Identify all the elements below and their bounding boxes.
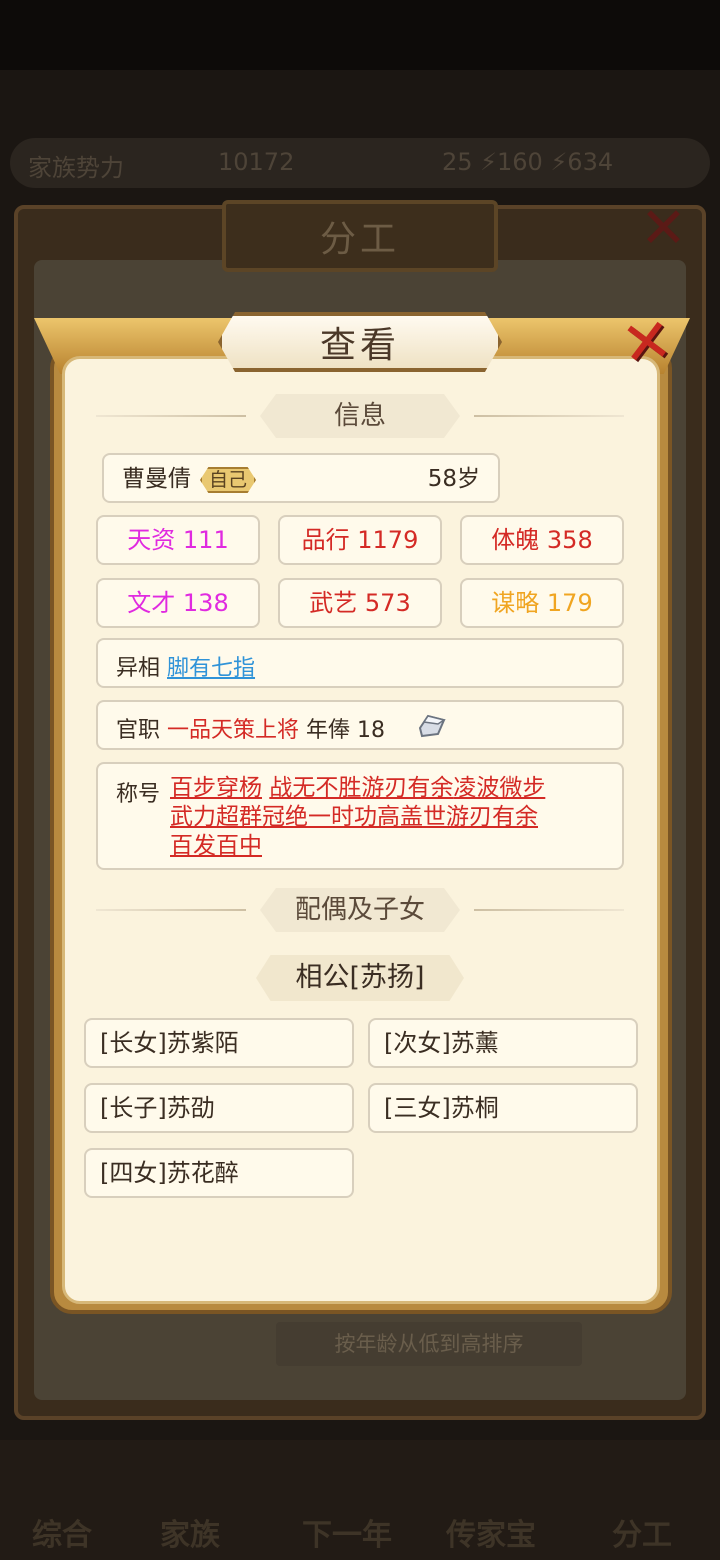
nav-overview: 综合 bbox=[32, 1518, 92, 1553]
title-item[interactable]: 战无不胜 bbox=[269, 775, 361, 801]
titles-label: 称号 bbox=[116, 782, 161, 807]
person-name-card: 曹曼倩 自己 58岁 bbox=[102, 453, 500, 503]
nav-family: 家族 bbox=[160, 1518, 220, 1553]
spouse-label[interactable]: 相公[苏扬] bbox=[256, 955, 464, 1001]
person-name: 曹曼倩 bbox=[122, 466, 191, 492]
title-item[interactable]: 游刃有余 bbox=[361, 775, 453, 801]
self-badge: 自己 bbox=[200, 467, 256, 493]
title-item[interactable]: 百步穿杨 bbox=[170, 775, 262, 801]
section-title-family: 配偶及子女 bbox=[260, 888, 460, 932]
title-item[interactable]: 武力超群 bbox=[170, 804, 262, 830]
title-item[interactable]: 百发百中 bbox=[170, 833, 262, 859]
resource-stats: 25 ⚡160 ⚡634 bbox=[442, 148, 614, 176]
salary-label: 年俸 bbox=[306, 718, 351, 743]
title-item[interactable]: 功高盖世 bbox=[354, 804, 446, 830]
section-header-info: 信息 bbox=[96, 394, 624, 438]
close-icon[interactable]: ✕ bbox=[607, 301, 687, 384]
section-header-family: 配偶及子女 bbox=[96, 888, 624, 932]
stat-martial: 武艺 573 bbox=[278, 578, 442, 628]
family-power-label: 家族势力 bbox=[28, 154, 124, 182]
stat-conduct: 品行 1179 bbox=[278, 515, 442, 565]
title-item[interactable]: 冠绝一时 bbox=[262, 804, 354, 830]
trait-link[interactable]: 脚有七指 bbox=[167, 656, 255, 681]
child-button[interactable]: [长子]苏劭 bbox=[84, 1083, 354, 1133]
child-button[interactable]: [长女]苏紫陌 bbox=[84, 1018, 354, 1068]
status-bar-area bbox=[0, 0, 720, 70]
background-close-icon: ✕ bbox=[640, 196, 687, 261]
sort-button: 按年龄从低到高排序 bbox=[276, 1322, 582, 1366]
nav-heirloom: 传家宝 bbox=[446, 1518, 536, 1553]
modal-title: 查看 bbox=[218, 312, 502, 372]
family-power-value: 10172 bbox=[218, 148, 295, 176]
stat-strategy: 谋略 179 bbox=[460, 578, 624, 628]
nav-assignment: 分工 bbox=[612, 1518, 672, 1553]
titles-row: 称号 百步穿杨 战无不胜游刃有余凌波微步 武力超群冠绝一时功高盖世游刃有余 百发… bbox=[96, 762, 624, 870]
trait-row: 异相 脚有七指 bbox=[96, 638, 624, 688]
title-item[interactable]: 凌波微步 bbox=[453, 775, 545, 801]
background-panel-title: 分工 bbox=[319, 219, 400, 260]
child-button[interactable]: [三女]苏桐 bbox=[368, 1083, 638, 1133]
stat-literary: 文才 138 bbox=[96, 578, 260, 628]
stat-physique: 体魄 358 bbox=[460, 515, 624, 565]
child-button[interactable]: [次女]苏薰 bbox=[368, 1018, 638, 1068]
office-position: 一品天策上将 bbox=[167, 718, 300, 743]
silver-ingot-icon bbox=[418, 714, 446, 738]
trait-label: 异相 bbox=[116, 656, 161, 681]
salary-value: 18 bbox=[357, 718, 386, 743]
section-title-info: 信息 bbox=[260, 394, 460, 438]
office-row: 官职 一品天策上将 年俸 18 bbox=[96, 700, 624, 750]
titles-list: 百步穿杨 战无不胜游刃有余凌波微步 武力超群冠绝一时功高盖世游刃有余 百发百中 bbox=[170, 774, 610, 861]
nav-next-year: 下一年 bbox=[302, 1518, 392, 1553]
title-item[interactable]: 游刃有余 bbox=[446, 804, 538, 830]
child-button[interactable]: [四女]苏花醉 bbox=[84, 1148, 354, 1198]
person-age: 58岁 bbox=[427, 466, 480, 492]
office-label: 官职 bbox=[116, 718, 161, 743]
stat-aptitude: 天资 111 bbox=[96, 515, 260, 565]
